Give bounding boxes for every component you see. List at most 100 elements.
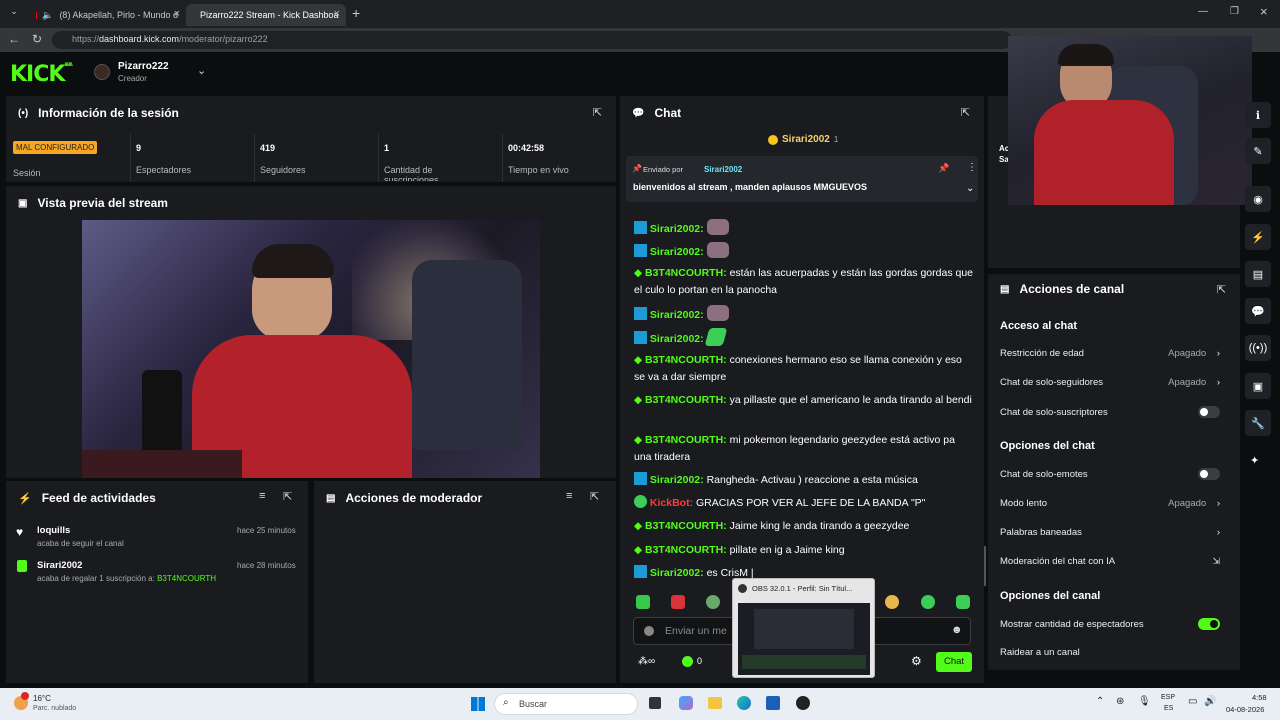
tab-youtube[interactable]: 🔈 (8) Akapellah, Pirlo - Mundo d × xyxy=(28,4,186,26)
camera-icon[interactable]: ◉ xyxy=(1245,186,1271,212)
chat-message[interactable]: Sirari2002: Rangheda- Activau ) reaccion… xyxy=(634,472,974,489)
tab-kick-dashboard[interactable]: Pizarro222 Stream - Kick Dashboa × xyxy=(186,4,346,26)
info-icon[interactable]: ℹ xyxy=(1245,102,1271,128)
obs-taskbar-icon[interactable] xyxy=(796,696,810,710)
edit-icon[interactable]: ✎ xyxy=(1245,138,1271,164)
taskbar-search[interactable]: ⌕ Buscar xyxy=(494,693,638,715)
setting-emotes-only[interactable]: Chat de solo-emotes xyxy=(1000,468,1220,480)
chat-message[interactable]: Sirari2002: xyxy=(634,242,974,261)
popout-icon[interactable]: ⇱ xyxy=(961,106,970,119)
unpin-icon[interactable]: 📌 xyxy=(938,163,949,174)
wifi-icon[interactable]: ▭ xyxy=(1188,696,1197,707)
close-icon[interactable]: × xyxy=(334,8,340,20)
chat-message[interactable]: KickBot: GRACIAS POR VER AL JEFE DE LA B… xyxy=(634,495,974,512)
chevron-down-icon[interactable]: ⌄ xyxy=(966,183,974,194)
activity-target[interactable]: B3T4NCOURTH xyxy=(157,574,216,583)
speaker-icon[interactable]: 🔈 xyxy=(42,10,53,21)
webcam-overlay[interactable] xyxy=(1008,36,1252,205)
popout-icon[interactable]: ⇱ xyxy=(283,490,292,503)
chat-icon[interactable]: 💬 xyxy=(1245,298,1271,324)
broadcast-icon[interactable]: ((•)) xyxy=(1245,335,1271,361)
channel-avatar[interactable] xyxy=(94,64,110,80)
chat-username[interactable]: Sirari2002: xyxy=(650,333,704,345)
obs-taskbar-preview[interactable]: OBS 32.0.1 - Perfil: Sin Títul... xyxy=(732,578,875,678)
restore-icon[interactable]: ❐ xyxy=(1230,6,1239,17)
emoji-icon[interactable]: ☻ xyxy=(951,624,963,636)
weather-temp[interactable]: 16°C xyxy=(33,694,51,703)
emote-icon[interactable] xyxy=(706,595,720,609)
chevron-down-icon[interactable]: ⌄ xyxy=(197,64,206,77)
emote-icon[interactable] xyxy=(671,595,685,609)
tab-list-dropdown[interactable]: ⌄ xyxy=(6,6,22,22)
stream-video[interactable] xyxy=(82,220,540,478)
chat-message[interactable]: Sirari2002: xyxy=(634,305,974,324)
chat-username[interactable]: Sirari2002: xyxy=(650,567,704,579)
windows-start-icon[interactable] xyxy=(471,697,485,711)
setting-show-viewer-count[interactable]: Mostrar cantidad de espectadores xyxy=(1000,618,1220,630)
setting-ai-moderation[interactable]: Moderación del chat con IA ⇲ xyxy=(1000,556,1220,567)
setting-banned-words[interactable]: Palabras baneadas › xyxy=(1000,527,1220,538)
chat-scrollbar[interactable] xyxy=(984,546,986,586)
document-icon[interactable]: ▤ xyxy=(1245,261,1271,287)
toggle-switch[interactable] xyxy=(1198,618,1220,630)
chat-username[interactable]: Sirari2002: xyxy=(650,309,704,321)
toggle-switch[interactable] xyxy=(1198,406,1220,418)
chat-username[interactable]: B3T4NCOURTH: xyxy=(645,267,727,279)
setting-raid-channel[interactable]: Raidear a un canal xyxy=(1000,647,1220,658)
more-options-icon[interactable]: ⋮ xyxy=(967,162,977,173)
new-tab-button[interactable]: + xyxy=(352,5,360,21)
chat-message[interactable]: ◆ B3T4NCOURTH: conexiones hermano eso se… xyxy=(634,352,974,386)
moderation-icon[interactable]: ▣ xyxy=(1245,373,1271,399)
lightning-icon[interactable]: ⚡ xyxy=(1245,224,1271,250)
popout-icon[interactable]: ⇱ xyxy=(593,106,602,119)
chat-username[interactable]: B3T4NCOURTH: xyxy=(645,394,727,406)
microphone-icon[interactable]: 🎙 xyxy=(1138,696,1151,707)
chat-username[interactable]: B3T4NCOURTH: xyxy=(645,434,727,446)
file-explorer-icon[interactable] xyxy=(708,697,722,709)
community-icon[interactable]: ⁂∞ xyxy=(638,656,655,667)
puzzle-icon[interactable]: ✦ xyxy=(1250,454,1259,467)
top-gifter[interactable]: Sirari2002 1 xyxy=(768,134,838,145)
emote-icon[interactable] xyxy=(956,595,970,609)
chat-username[interactable]: Sirari2002: xyxy=(650,223,704,235)
chat-message[interactable]: ◆ B3T4NCOURTH: ya pillaste que el americ… xyxy=(634,392,974,409)
chat-message[interactable]: ◆ B3T4NCOURTH: mi pokemon legendario gee… xyxy=(634,432,974,466)
wrench-icon[interactable]: 🔧 xyxy=(1245,410,1271,436)
channel-name[interactable]: Pizarro222 xyxy=(118,61,169,72)
toggle-switch[interactable] xyxy=(1198,468,1220,480)
pinned-sent-by-user[interactable]: Sirari2002 xyxy=(704,165,742,174)
kick-logo[interactable]: KICKBETA xyxy=(10,62,73,87)
activity-user[interactable]: loquills xyxy=(37,525,70,536)
popout-icon[interactable]: ⇱ xyxy=(590,490,599,503)
setting-age-restriction[interactable]: Restricción de edad Apagado › xyxy=(1000,348,1220,359)
emote-icon[interactable] xyxy=(885,595,899,609)
setting-subscribers-only[interactable]: Chat de solo-suscriptores xyxy=(1000,406,1220,418)
chat-username[interactable]: Sirari2002: xyxy=(650,474,704,486)
close-icon[interactable]: × xyxy=(174,8,180,20)
chat-message[interactable]: ◆ B3T4NCOURTH: Jaime king le anda tirand… xyxy=(634,518,974,535)
chat-username[interactable]: KickBot: xyxy=(650,497,693,509)
emote-icon[interactable] xyxy=(921,595,935,609)
task-view-icon[interactable] xyxy=(649,697,661,709)
chevron-up-icon[interactable]: ⌃ xyxy=(1096,696,1104,707)
settings-icon[interactable]: ⚙ xyxy=(911,654,922,668)
edge-icon[interactable] xyxy=(737,696,751,710)
close-window-icon[interactable]: × xyxy=(1260,4,1268,19)
pinned-message[interactable]: 📌 Enviado por Sirari2002 bienvenidos al … xyxy=(626,156,978,202)
popout-icon[interactable]: ⇱ xyxy=(1217,283,1226,296)
copilot-icon[interactable] xyxy=(679,696,693,710)
minimize-icon[interactable]: — xyxy=(1198,6,1208,17)
emote-icon[interactable] xyxy=(636,595,650,609)
setting-followers-only[interactable]: Chat de solo-seguidores Apagado › xyxy=(1000,377,1220,388)
store-icon[interactable] xyxy=(766,696,780,710)
language-top[interactable]: ESP xyxy=(1161,694,1175,701)
chat-username[interactable]: Sirari2002: xyxy=(650,246,704,258)
chat-username[interactable]: B3T4NCOURTH: xyxy=(645,354,727,366)
clock-time[interactable]: 4:58 xyxy=(1252,693,1267,702)
activity-user[interactable]: Sirari2002 xyxy=(37,560,82,571)
send-chat-button[interactable]: Chat xyxy=(936,652,972,672)
filter-icon[interactable]: ≡ xyxy=(566,490,572,502)
url-field[interactable]: https://dashboard.kick.com/moderator/piz… xyxy=(52,31,1012,49)
back-icon[interactable]: ← xyxy=(8,32,20,46)
chat-message[interactable]: ◆ B3T4NCOURTH: pillate en ig a Jaime kin… xyxy=(634,542,974,559)
